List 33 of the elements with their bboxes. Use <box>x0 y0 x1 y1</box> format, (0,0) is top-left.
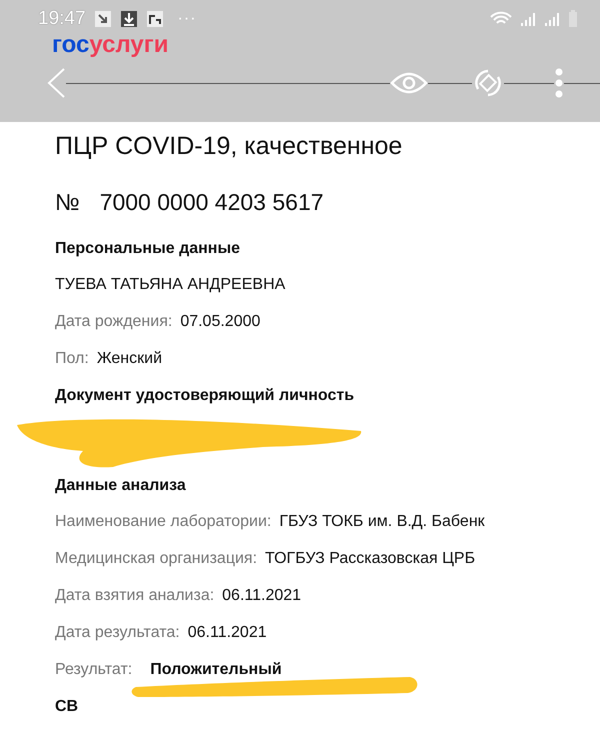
back-icon[interactable] <box>46 67 66 99</box>
signal-icon <box>544 11 560 27</box>
notification-icon <box>94 10 112 28</box>
field-label: Наименование лаборатории: <box>55 513 272 531</box>
field-label: Дата результата: <box>55 624 180 642</box>
field-value: 06.11.2021 <box>222 587 302 605</box>
field-value: ТОГБУЗ Рассказовская ЦРБ <box>265 550 476 568</box>
field-value: 06.11.2021 <box>188 624 267 642</box>
number-sign: № <box>55 189 80 216</box>
field-value: Женский <box>96 350 162 368</box>
more-notifications: ··· <box>178 10 197 28</box>
notification-icon <box>146 10 164 28</box>
logo: госуслуги <box>52 32 170 58</box>
rotate-icon[interactable] <box>472 67 504 99</box>
field-value: 07.05.2000 <box>180 313 260 331</box>
section-heading: Персональные данные <box>55 240 242 258</box>
field-label: Дата рождения: <box>55 313 172 331</box>
more-icon[interactable] <box>554 68 564 98</box>
signal-icon <box>520 11 536 27</box>
field-label: Дата взятия анализа: <box>55 587 214 605</box>
field-label: Результат: <box>55 661 132 679</box>
field-label: Медицинская организация: <box>55 550 258 568</box>
notification-icon <box>120 10 138 28</box>
section-heading: Документ удостоверяющий личность <box>55 387 356 405</box>
field-label: Пол: <box>55 350 89 368</box>
section-heading: СВ <box>55 698 80 716</box>
field-value: ГБУЗ ТОКБ им. В.Д. Бабенк <box>279 513 485 531</box>
eye-icon[interactable] <box>390 70 428 96</box>
field-value: Положительный <box>150 661 282 679</box>
document-title: ПЦР COVID-19, качественное <box>55 132 404 161</box>
document-number: 7000 0000 4203 5617 <box>100 189 324 216</box>
full-name: ТУЕВА ТАТЬЯНА АНДРЕЕВНА <box>55 276 286 294</box>
section-heading: Данные анализа <box>55 477 187 495</box>
